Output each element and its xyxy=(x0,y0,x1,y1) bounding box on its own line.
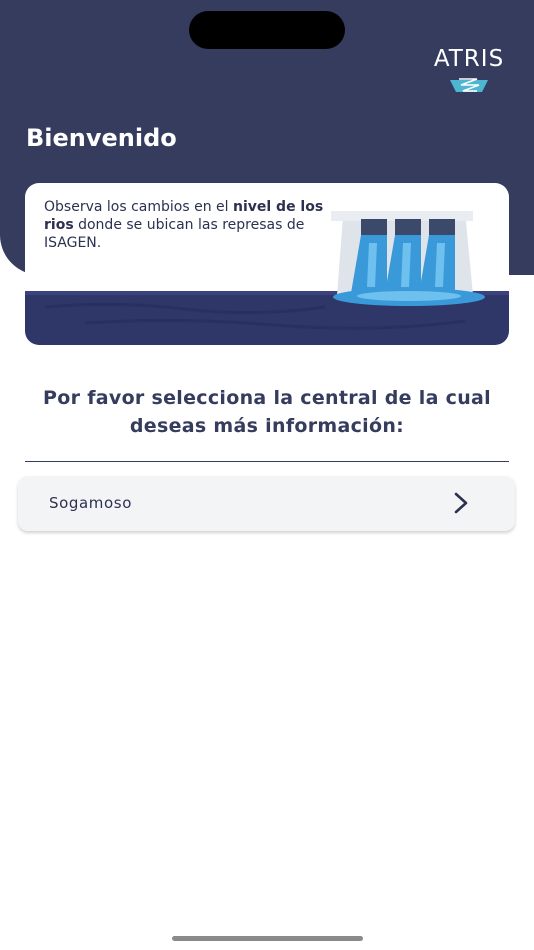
info-banner: Observa los cambios en el nivel de los r… xyxy=(25,183,509,345)
home-indicator[interactable] xyxy=(172,936,363,941)
atris-logo: ATRIS xyxy=(430,46,508,96)
selected-central-label: Sogamoso xyxy=(49,494,132,512)
banner-text-part2: donde se ubican las represas de ISAGEN. xyxy=(44,217,305,251)
logo-text: ATRIS xyxy=(433,46,505,72)
device-notch xyxy=(189,11,345,49)
banner-text-part1: Observa los cambios en el xyxy=(44,199,233,215)
welcome-title: Bienvenido xyxy=(26,124,177,152)
chevron-right-icon xyxy=(454,492,468,514)
selection-prompt: Por favor selecciona la central de la cu… xyxy=(43,387,491,437)
banner-text: Observa los cambios en el nivel de los r… xyxy=(44,198,334,252)
logo-mark-icon xyxy=(450,78,488,92)
divider xyxy=(25,461,509,462)
central-select-row[interactable]: Sogamoso xyxy=(18,476,515,531)
